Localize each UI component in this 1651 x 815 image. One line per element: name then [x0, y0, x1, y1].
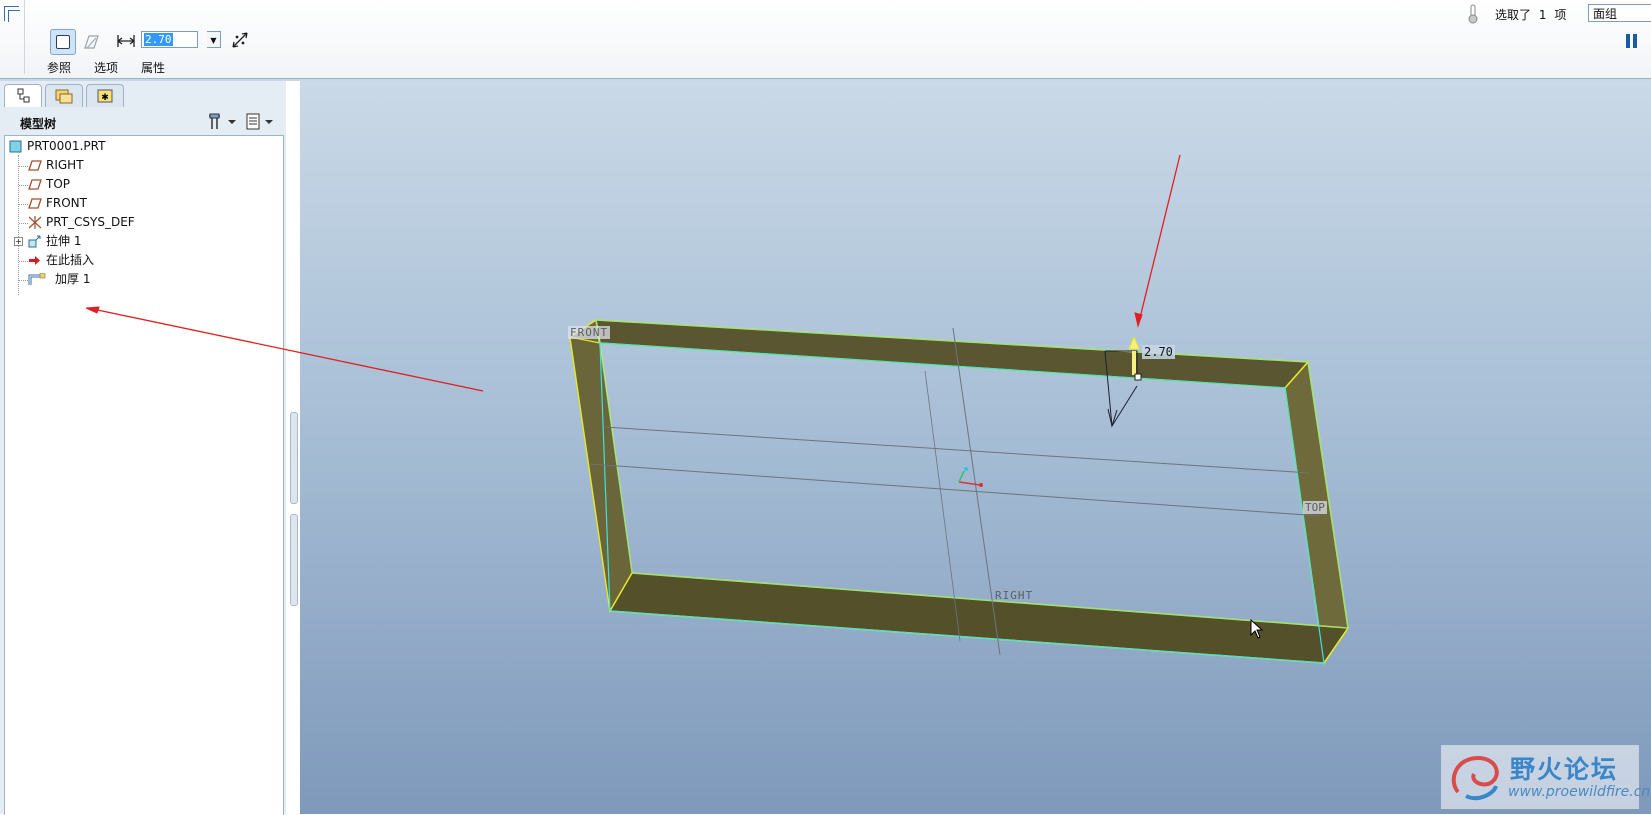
mouse-cursor-icon — [1250, 619, 1264, 639]
pause-button[interactable] — [1626, 34, 1638, 48]
tree-item-label: PRT_CSYS_DEF — [46, 215, 135, 229]
thickness-dropdown-button[interactable]: ▼ — [207, 31, 221, 48]
datum-plane-icon — [28, 179, 42, 190]
folder-icon — [55, 89, 73, 104]
datum-plane-icon — [28, 198, 42, 209]
annotation-arrow-dimension — [1137, 154, 1181, 327]
forum-logo-icon — [1451, 755, 1499, 801]
tab-properties[interactable]: 属性 — [141, 59, 165, 76]
tree-item-label: PRT0001.PRT — [27, 139, 106, 153]
tree-item-label: 拉伸 1 — [46, 234, 82, 248]
datum-plane-icon — [28, 160, 42, 171]
forum-watermark: 野火论坛 www.proewildfire.cn — [1441, 745, 1650, 809]
tree-item-label: FRONT — [46, 196, 87, 210]
tab-options[interactable]: 选项 — [94, 59, 118, 76]
csys-x-axis — [958, 481, 981, 486]
tab-references[interactable]: 参照 — [47, 59, 71, 76]
dashboard-separator — [24, 0, 25, 74]
flip-direction-icon[interactable] — [231, 31, 249, 49]
frame-bottom-face — [608, 572, 1350, 664]
datum-label-top: TOP — [1303, 501, 1327, 514]
model-tree-icon — [17, 88, 30, 103]
surface-remove-button[interactable] — [78, 29, 104, 55]
surface-icon — [84, 35, 99, 49]
frame-top-face — [595, 319, 1310, 389]
model-geometry — [569, 154, 1350, 666]
tree-tools-icon[interactable] — [206, 112, 240, 132]
selection-filter[interactable]: 面组 — [1588, 4, 1651, 22]
model-tree: PRT0001.PRT RIGHT TOP FRONT PRT_CSYS_DEF… — [4, 135, 284, 815]
tab-favorites[interactable]: ✱ — [86, 84, 124, 107]
tree-item-label: 加厚 1 — [55, 272, 91, 286]
datum-label-right: RIGHT — [995, 589, 1034, 602]
navigator-panel: ✱ 模型树 PRT0001.PRT RIGHT TOP FRONT PRT_CS… — [0, 81, 286, 815]
tree-settings-icon[interactable] — [244, 112, 278, 132]
thickness-drag-handle[interactable] — [1134, 373, 1142, 381]
part-icon — [9, 140, 22, 153]
model-tree-title: 模型树 — [20, 117, 57, 131]
csys-y-axis — [958, 470, 965, 483]
graphics-window[interactable]: FRONT TOP RIGHT 2.70 — [300, 81, 1651, 814]
tree-item-label: RIGHT — [46, 158, 84, 172]
svg-text:✱: ✱ — [101, 93, 109, 103]
watermark-title: 野火论坛 — [1510, 755, 1619, 784]
solid-icon — [56, 35, 70, 49]
extrude-icon — [28, 235, 41, 248]
navigator-sash[interactable] — [290, 412, 298, 606]
insert-here-arrow-icon — [29, 256, 40, 265]
thicken-dashboard: 2.70 ▼ 参照 选项 属性 选取了 1 项 面组 — [0, 0, 1651, 79]
tree-item-label: TOP — [46, 177, 71, 191]
tab-folder-browser[interactable] — [45, 84, 83, 107]
favorites-icon: ✱ — [97, 89, 113, 103]
thicken-icon — [28, 273, 46, 285]
thickness-value: 2.70 — [144, 33, 173, 46]
tree-connector — [18, 155, 19, 295]
thermometer-icon — [1468, 4, 1478, 24]
status-suffix: 项 — [1554, 8, 1567, 22]
thicken-feature-icon — [4, 6, 20, 22]
tab-model-tree[interactable] — [4, 84, 42, 107]
datum-label-front: FRONT — [568, 326, 611, 339]
csys-icon — [28, 216, 42, 229]
thickness-input[interactable]: 2.70 — [141, 31, 198, 48]
solid-thicken-button[interactable] — [50, 29, 76, 55]
status-count: 1 — [1538, 8, 1547, 22]
status-prefix: 选取了 — [1495, 8, 1532, 22]
thickness-dimension-icon — [117, 35, 135, 47]
watermark-url: www.proewildfire.cn — [1508, 784, 1651, 800]
selection-status: 选取了 1 项 — [1495, 6, 1566, 23]
thickness-dimension-label[interactable]: 2.70 — [1142, 345, 1175, 359]
model-tree-header: 模型树 — [4, 109, 284, 135]
expand-toggle[interactable]: + — [14, 237, 23, 246]
tree-item-label: 在此插入 — [46, 253, 95, 267]
datum-top-trace — [604, 426, 1311, 474]
